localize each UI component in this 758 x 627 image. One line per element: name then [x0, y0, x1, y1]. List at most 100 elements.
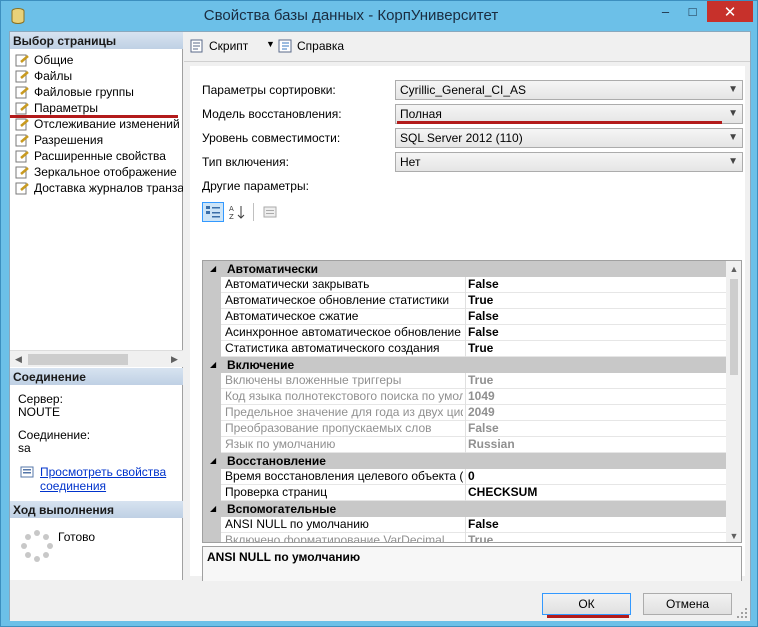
svg-text:Z: Z — [229, 213, 234, 220]
containment-type-value: Нет — [400, 155, 421, 169]
property-row[interactable]: Предельное значение для года из двух циф… — [203, 405, 726, 421]
property-value[interactable]: False — [468, 309, 499, 324]
property-value[interactable]: False — [468, 277, 499, 292]
category-recovery[interactable]: ◢ Восстановление — [203, 453, 726, 469]
page-wrench-icon — [15, 182, 29, 195]
ok-button[interactable]: ОК — [542, 593, 631, 615]
property-row[interactable]: Время восстановления целевого объекта (в… — [203, 469, 726, 485]
property-row[interactable]: Язык по умолчанию Russian — [203, 437, 726, 453]
toolbar: Скрипт ▼ Справка — [184, 32, 750, 62]
collation-combo[interactable]: Cyrillic_General_CI_AS ▼ — [395, 80, 743, 100]
property-row[interactable]: Включено форматирование VarDecimal True — [203, 533, 726, 543]
page-item-permissions[interactable]: Разрешения — [10, 132, 183, 148]
property-row[interactable]: Автоматическое сжатие False — [203, 309, 726, 325]
link-line-2[interactable]: соединения — [40, 479, 106, 493]
property-row[interactable]: Статистика автоматического создания True — [203, 341, 726, 357]
recovery-model-value: Полная — [400, 107, 442, 121]
scroll-down-icon[interactable]: ▼ — [726, 528, 741, 542]
page-item-files[interactable]: Файлы — [10, 68, 183, 84]
page-item-label: Расширенные свойства — [34, 149, 166, 163]
property-name: Включены вложенные триггеры — [225, 373, 402, 387]
property-value[interactable]: 0 — [468, 469, 475, 484]
property-row[interactable]: Автоматически закрывать False — [203, 277, 726, 293]
categorized-button[interactable] — [202, 202, 224, 222]
compatibility-level-label: Уровень совместимости: — [202, 131, 341, 145]
page-wrench-icon — [15, 54, 29, 67]
property-row[interactable]: Включены вложенные триггеры True — [203, 373, 726, 389]
property-grid-rows: ◢ Автоматически Автоматически закрывать Fa… — [203, 261, 726, 543]
page-list-hscrollbar[interactable]: ◀ ▶ — [10, 350, 183, 367]
collapse-triangle-icon[interactable]: ◢ — [210, 261, 216, 277]
property-row[interactable]: ANSI NULL по умолчанию False — [203, 517, 726, 533]
property-name: Предельное значение для года из двух циф… — [225, 405, 463, 419]
category-miscellaneous[interactable]: ◢ Вспомогательные — [203, 501, 726, 517]
page-item-options[interactable]: Параметры — [10, 100, 183, 116]
connection-header: Соединение — [10, 368, 183, 385]
category-containment[interactable]: ◢ Включение — [203, 357, 726, 373]
scroll-up-icon[interactable]: ▲ — [726, 261, 741, 277]
property-grid[interactable]: ◢ Автоматически Автоматически закрывать Fa… — [202, 260, 742, 543]
property-row[interactable]: Автоматическое обновление статистики True — [203, 293, 726, 309]
minimize-button[interactable]: – — [652, 1, 679, 22]
collapse-triangle-icon[interactable]: ◢ — [210, 453, 216, 469]
page-wrench-icon — [15, 118, 29, 131]
help-label: Справка — [297, 39, 345, 53]
alphabetical-button[interactable]: AZ — [226, 202, 248, 222]
page-item-filegroups[interactable]: Файловые группы — [10, 84, 183, 100]
property-name: Асинхронное автоматическое обновление ст… — [225, 325, 463, 339]
property-row[interactable]: Проверка страниц CHECKSUM — [203, 485, 726, 501]
resize-grip-icon[interactable] — [736, 607, 748, 619]
view-connection-properties-link[interactable]: Просмотреть свойства соединения — [18, 465, 175, 493]
database-properties-window: Свойства базы данных - КорпУниверситет –… — [0, 0, 758, 627]
page-item-extended-properties[interactable]: Расширенные свойства — [10, 148, 183, 164]
collapse-triangle-icon[interactable]: ◢ — [210, 501, 216, 517]
property-row[interactable]: Преобразование пропускаемых слов False — [203, 421, 726, 437]
svg-text:A: A — [229, 205, 234, 213]
property-value[interactable]: CHECKSUM — [468, 485, 537, 500]
compatibility-level-combo[interactable]: SQL Server 2012 (110) ▼ — [395, 128, 743, 148]
scroll-thumb[interactable] — [730, 279, 738, 375]
scroll-left-icon[interactable]: ◀ — [10, 351, 27, 368]
page-item-change-tracking[interactable]: Отслеживание изменений — [10, 116, 183, 132]
script-button[interactable]: Скрипт — [190, 39, 248, 53]
maximize-button[interactable]: □ — [679, 1, 706, 22]
collation-value: Cyrillic_General_CI_AS — [400, 83, 527, 97]
help-button[interactable]: Справка — [278, 39, 344, 53]
property-name: Автоматическое сжатие — [225, 309, 359, 323]
page-wrench-icon — [15, 134, 29, 147]
property-value[interactable]: False — [468, 325, 499, 340]
progress-spinner-icon — [21, 530, 53, 562]
compatibility-level-value: SQL Server 2012 (110) — [400, 131, 523, 145]
options-content: Параметры сортировки: Cyrillic_General_C… — [190, 66, 745, 608]
category-automatic[interactable]: ◢ Автоматически — [203, 261, 726, 277]
page-wrench-icon — [15, 166, 29, 179]
property-name: Проверка страниц — [225, 485, 328, 499]
page-item-general[interactable]: Общие — [10, 52, 183, 68]
containment-type-combo[interactable]: Нет ▼ — [395, 152, 743, 172]
close-button[interactable]: ✕ — [707, 1, 753, 22]
page-list: Общие Файлы Файловые группы Параметры От… — [10, 52, 183, 352]
property-row[interactable]: Асинхронное автоматическое обновление ст… — [203, 325, 726, 341]
property-value[interactable]: True — [468, 341, 493, 356]
progress-panel: Готово — [10, 520, 183, 575]
title-bar[interactable]: Свойства базы данных - КорпУниверситет –… — [1, 1, 757, 31]
property-grid-vscrollbar[interactable]: ▲ ▼ — [726, 261, 741, 542]
link-line-1[interactable]: Просмотреть свойства — [40, 465, 166, 479]
property-name: Включено форматирование VarDecimal — [225, 533, 445, 543]
right-pane: Скрипт ▼ Справка Параметры сортировки: C… — [184, 32, 750, 608]
property-row[interactable]: Код языка полнотекстового поиска по умол… — [203, 389, 726, 405]
page-item-mirroring[interactable]: Зеркальное отображение — [10, 164, 183, 180]
scroll-thumb[interactable] — [28, 354, 128, 365]
property-value[interactable]: False — [468, 517, 499, 532]
scroll-right-icon[interactable]: ▶ — [166, 351, 183, 368]
property-value[interactable]: True — [468, 293, 493, 308]
options-highlight-underline — [10, 115, 178, 118]
page-wrench-icon — [15, 102, 29, 115]
property-pages-button[interactable] — [259, 202, 281, 222]
collapse-triangle-icon[interactable]: ◢ — [210, 357, 216, 373]
property-name: ANSI NULL по умолчанию — [225, 517, 369, 531]
script-dropdown-chevron-icon[interactable]: ▼ — [266, 39, 275, 49]
cancel-button[interactable]: Отмена — [643, 593, 732, 615]
page-item-log-shipping[interactable]: Доставка журналов транзакций — [10, 180, 183, 196]
window-title: Свойства базы данных - КорпУниверситет — [203, 7, 499, 24]
